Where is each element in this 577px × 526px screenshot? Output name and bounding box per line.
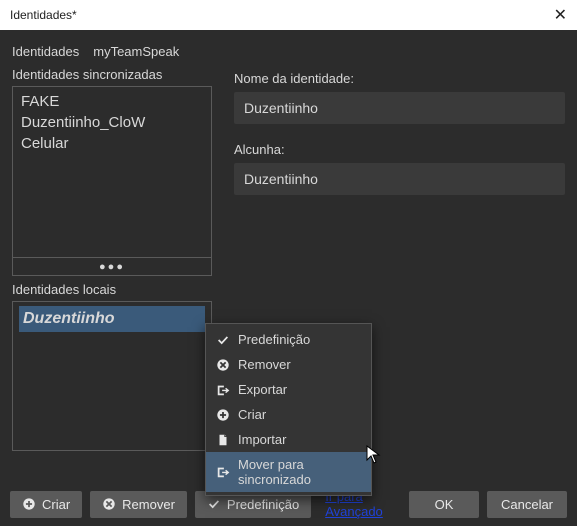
sync-identity-item[interactable]: FAKE [19, 91, 205, 112]
menu-import[interactable]: Importar [206, 427, 371, 452]
menu-label: Criar [238, 407, 266, 422]
menu-export[interactable]: Exportar [206, 377, 371, 402]
button-label: Cancelar [501, 497, 553, 512]
menu-create[interactable]: Criar [206, 402, 371, 427]
local-identities-list[interactable]: Duzentiinho [12, 301, 212, 451]
cancel-button[interactable]: Cancelar [487, 491, 567, 518]
window-title: Identidades* [10, 8, 77, 22]
sync-identities-label: Identidades sincronizadas [12, 67, 212, 82]
close-icon[interactable]: ✕ [527, 5, 567, 25]
nickname-input[interactable] [234, 163, 565, 195]
local-identities-label: Identidades locais [12, 282, 212, 297]
more-dots-button[interactable]: ●●● [12, 258, 212, 276]
identity-name-label: Nome da identidade: [234, 71, 565, 86]
ok-button[interactable]: OK [409, 491, 479, 518]
titlebar: Identidades* ✕ [0, 0, 577, 30]
export-icon [216, 383, 230, 397]
create-button[interactable]: Criar [10, 491, 82, 518]
menu-move-to-sync[interactable]: Mover para sincronizado [206, 452, 371, 492]
menu-label: Predefinição [238, 332, 310, 347]
menu-label: Remover [238, 357, 291, 372]
tab-myteamspeak[interactable]: myTeamSpeak [93, 44, 179, 59]
check-icon [207, 497, 221, 511]
menu-remove[interactable]: Remover [206, 352, 371, 377]
button-label: Remover [122, 497, 175, 512]
sync-identities-list[interactable]: FAKE Duzentiinho_CloW Celular [12, 86, 212, 258]
local-identity-item[interactable]: Duzentiinho [19, 306, 205, 332]
import-icon [216, 433, 230, 447]
remove-icon [102, 497, 116, 511]
export-icon [216, 465, 230, 479]
plus-icon [22, 497, 36, 511]
tab-identities[interactable]: Identidades [12, 44, 79, 59]
menu-label: Mover para sincronizado [238, 457, 361, 487]
button-label: Criar [42, 497, 70, 512]
menu-label: Importar [238, 432, 286, 447]
remove-icon [216, 358, 230, 372]
nickname-label: Alcunha: [234, 142, 565, 157]
button-label: Predefinição [227, 497, 299, 512]
sync-identity-item[interactable]: Duzentiinho_CloW [19, 112, 205, 133]
plus-icon [216, 408, 230, 422]
menu-label: Exportar [238, 382, 287, 397]
context-menu: Predefinição Remover Exportar Criar Impo… [205, 323, 372, 496]
tab-bar: Identidades myTeamSpeak [12, 44, 565, 65]
sync-identity-item[interactable]: Celular [19, 133, 205, 154]
remove-button[interactable]: Remover [90, 491, 187, 518]
check-icon [216, 333, 230, 347]
menu-predefinition[interactable]: Predefinição [206, 327, 371, 352]
button-label: OK [435, 497, 454, 512]
identity-name-input[interactable] [234, 92, 565, 124]
